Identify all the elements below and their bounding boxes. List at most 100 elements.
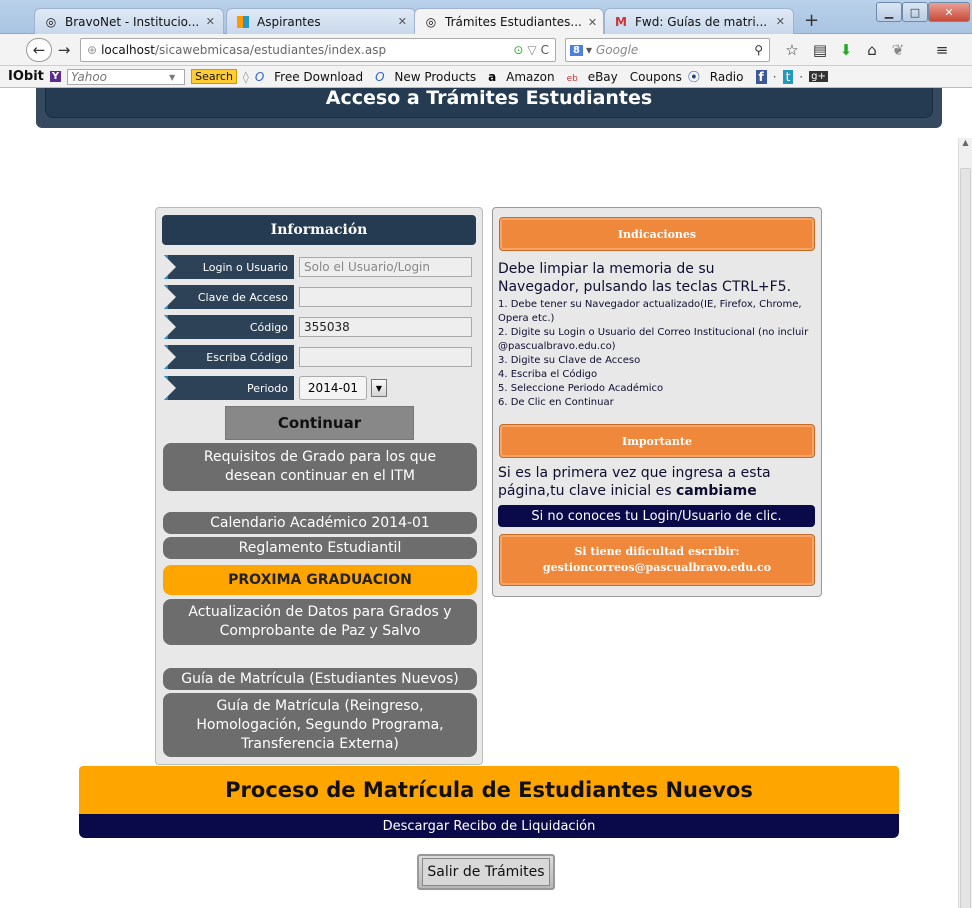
login-help-link[interactable]: Si no conoces tu Login/Usuario de clic. xyxy=(498,505,815,527)
guia-nuevos-button[interactable]: Guía de Matrícula (Estudiantes Nuevos) xyxy=(163,668,477,690)
periodo-value: 2014-01 xyxy=(299,376,367,400)
browser-titlebar: ◎ BravoNet - Institucio... ✕ Aspirantes … xyxy=(0,0,972,35)
download-icon[interactable]: ⬇ xyxy=(834,38,858,62)
home-icon[interactable]: ⌂ xyxy=(860,38,884,62)
search-placeholder: Google xyxy=(596,43,639,57)
tab-tramites[interactable]: ◎ Trámites Estudiantes... ✕ xyxy=(414,8,604,35)
proceso-matricula-title: Proceso de Matrícula de Estudiantes Nuev… xyxy=(79,766,899,814)
tab-label: Fwd: Guías de matri... xyxy=(635,14,768,29)
salir-button[interactable]: Salir de Trámites xyxy=(417,854,555,890)
step-2: 2. Digite su Login o Usuario del Correo … xyxy=(498,327,809,352)
tab-fwd-guias[interactable]: M Fwd: Guías de matri... ✕ xyxy=(604,8,794,34)
coupons-link[interactable]: Coupons xyxy=(630,70,682,84)
indicaciones-steps: 1. Debe tener su Navegador actualizado(I… xyxy=(498,298,820,410)
intro-line-1: Debe limpiar la memoria de su xyxy=(498,261,715,277)
chevron-down-icon[interactable]: · xyxy=(799,70,803,84)
radio-link[interactable]: ⦿ Radio xyxy=(688,68,750,85)
radio-label: Radio xyxy=(709,70,744,84)
forward-icon[interactable]: → xyxy=(54,38,74,62)
gmail-icon: M xyxy=(615,14,627,29)
salir-label: Salir de Trámites xyxy=(422,858,550,886)
link-icon: O xyxy=(254,69,265,84)
dificultad-email: gestioncorreos@pascualbravo.edu.co xyxy=(542,561,772,574)
proxima-graduacion-button[interactable]: PROXIMA GRADUACION xyxy=(163,565,477,595)
step-5: 5. Seleccione Periodo Académico xyxy=(498,383,664,394)
iobit-toolbar: IObit Y Yahoo ▾ Search ◊ O Free Download… xyxy=(0,66,972,88)
scroll-up-icon[interactable]: ▲ xyxy=(959,138,972,152)
reload-icon[interactable]: C xyxy=(541,43,549,57)
continuar-button[interactable]: Continuar xyxy=(225,406,414,440)
calendario-button[interactable]: Calendario Académico 2014-01 xyxy=(163,512,477,534)
clave-input[interactable] xyxy=(299,287,472,307)
step-6: 6. De Clic en Continuar xyxy=(498,397,614,408)
new-tab-icon[interactable]: + xyxy=(804,10,819,31)
importante-header: Importante xyxy=(499,424,815,458)
minimize-icon[interactable]: ▁ xyxy=(876,2,902,22)
bookmarks-list-icon[interactable]: ▤ xyxy=(808,38,832,62)
url-bar[interactable]: ⊕ localhost /sicawebmicasa/estudiantes/i… xyxy=(80,38,556,62)
back-icon[interactable]: ← xyxy=(26,38,52,62)
addon-icon[interactable]: ❦ xyxy=(886,38,910,62)
escriba-codigo-input[interactable] xyxy=(299,347,472,367)
search-engine-dropdown-icon[interactable]: ▾ xyxy=(586,43,592,57)
close-icon[interactable]: ✕ xyxy=(200,15,215,28)
iobit-logo: IObit xyxy=(8,69,44,84)
indicaciones-header: Indicaciones xyxy=(499,217,815,251)
login-label: Login o Usuario xyxy=(164,255,294,279)
yahoo-search-button[interactable]: Search xyxy=(191,69,237,84)
facebook-icon[interactable]: f xyxy=(755,69,767,84)
requisitos-grado-button[interactable]: Requisitos de Grado para los que desean … xyxy=(163,443,477,491)
yahoo-label: Yahoo xyxy=(71,69,107,84)
search-icon[interactable]: ⚲ xyxy=(754,43,763,57)
verified-icon: ⊙ xyxy=(513,43,524,57)
reglamento-button[interactable]: Reglamento Estudiantil xyxy=(163,537,477,559)
codigo-display: 355038 xyxy=(299,317,472,337)
new-products-link[interactable]: O New Products xyxy=(375,70,482,84)
close-window-icon[interactable]: ✕ xyxy=(928,2,970,22)
scroll-thumb[interactable] xyxy=(960,168,971,908)
login-input[interactable]: Solo el Usuario/Login xyxy=(299,257,472,277)
codigo-label: Código xyxy=(164,315,294,339)
actualizacion-datos-button[interactable]: Actualización de Datos para Grados y Com… xyxy=(163,599,477,645)
clave-label: Clave de Acceso xyxy=(164,285,294,309)
chevron-down-icon: ▾ xyxy=(169,69,176,84)
dificultad-box[interactable]: Si tiene dificultad escribir: gestioncor… xyxy=(499,534,815,586)
importante-text: Si es la primera vez que ingresa a esta … xyxy=(498,464,820,500)
amazon-link[interactable]: a Amazon xyxy=(488,70,560,84)
info-header: Información xyxy=(162,215,476,245)
tab-bravonet[interactable]: ◎ BravoNet - Institucio... ✕ xyxy=(34,8,224,34)
close-icon[interactable]: ✕ xyxy=(770,15,785,28)
periodo-label: Periodo xyxy=(164,376,294,400)
intro-line-2: Navegador, pulsando las teclas CTRL+F5. xyxy=(498,279,792,295)
ebay-icon: eb xyxy=(566,73,578,84)
free-download-link[interactable]: O Free Download xyxy=(255,70,369,84)
chevron-down-icon[interactable]: · xyxy=(773,70,777,84)
ebay-link[interactable]: eb eBay xyxy=(567,70,624,84)
escriba-codigo-label: Escriba Código xyxy=(164,345,294,369)
menu-icon[interactable]: ≡ xyxy=(930,38,954,62)
twitter-icon[interactable]: t xyxy=(782,69,794,84)
yahoo-dropdown[interactable]: Yahoo ▾ xyxy=(67,68,186,85)
search-input[interactable]: 8 ▾ Google ⚲ xyxy=(565,38,770,62)
close-icon[interactable]: ✕ xyxy=(392,15,407,28)
vertical-scrollbar[interactable]: ▲ xyxy=(958,138,972,908)
requisitos-line-2: desean continuar en el ITM xyxy=(224,468,415,484)
bookmark-star-icon[interactable]: ☆ xyxy=(780,38,804,62)
periodo-select[interactable]: 2014-01 ▼ xyxy=(299,376,389,400)
indicaciones-intro: Debe limpiar la memoria de su Navegador,… xyxy=(498,260,820,296)
page-title: Acceso a Trámites Estudiantes xyxy=(45,88,933,118)
free-download-label: Free Download xyxy=(274,69,364,84)
descargar-recibo-link[interactable]: Descargar Recibo de Liquidación xyxy=(79,814,899,838)
googleplus-icon[interactable]: g+ xyxy=(809,71,828,82)
maximize-icon[interactable]: □ xyxy=(902,2,928,22)
close-icon[interactable]: ✕ xyxy=(582,16,597,29)
dropdown-icon[interactable]: ▽ xyxy=(527,43,536,57)
dificultad-line-1: Si tiene dificultad escribir: xyxy=(574,545,740,558)
tab-aspirantes[interactable]: Aspirantes ✕ xyxy=(226,8,416,34)
chevron-down-icon[interactable]: ▼ xyxy=(371,379,387,397)
guia-reingreso-button[interactable]: Guía de Matrícula (Reingreso, Homologaci… xyxy=(163,693,477,757)
ebay-label: eBay xyxy=(587,69,618,84)
tab-label: Aspirantes xyxy=(257,14,321,29)
separator-icon: ◊ xyxy=(242,69,249,84)
tiles-icon xyxy=(235,14,251,30)
